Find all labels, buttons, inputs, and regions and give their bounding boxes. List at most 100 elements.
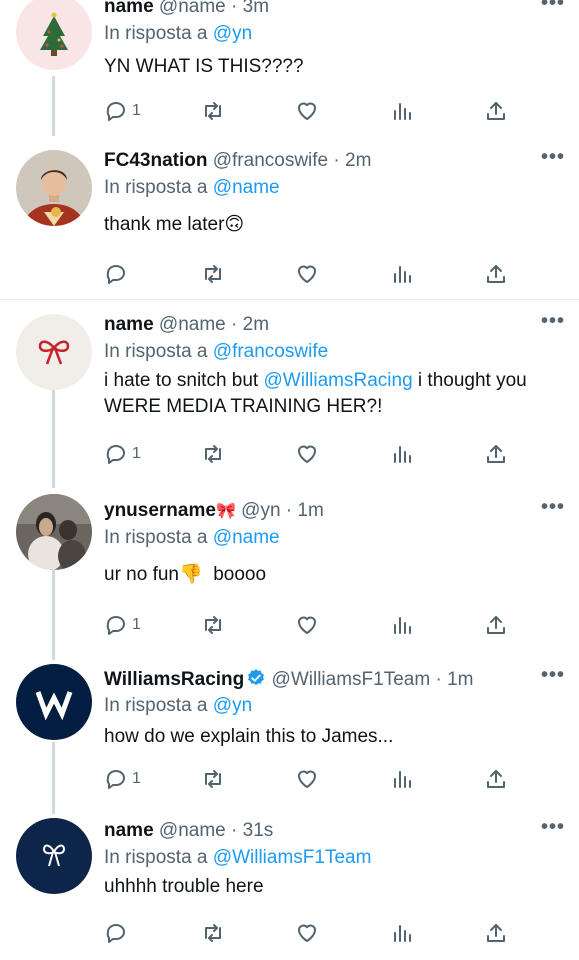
reply-button[interactable]: 1 <box>104 441 141 467</box>
avatar[interactable] <box>16 818 92 894</box>
views-button[interactable] <box>390 98 414 124</box>
views-button[interactable] <box>390 441 414 467</box>
share-icon <box>487 616 505 634</box>
more-options-icon[interactable]: ••• <box>541 146 565 169</box>
analytics-icon <box>394 103 411 120</box>
handle[interactable]: @yn <box>241 500 280 521</box>
display-name[interactable]: name <box>104 820 154 841</box>
display-name[interactable]: name <box>104 314 154 335</box>
timestamp[interactable]: 2m <box>243 314 269 335</box>
handle[interactable]: @name <box>159 820 226 841</box>
action-bar <box>104 261 505 289</box>
like-button[interactable] <box>295 612 319 638</box>
separator-dot: · <box>435 669 442 690</box>
reply-prefix: In risposta a <box>104 177 208 198</box>
divider <box>0 299 579 300</box>
tweet-mention[interactable]: @WilliamsRacing <box>264 370 413 391</box>
tweet-text: how do we explain this to James... <box>104 726 394 747</box>
retweet-button[interactable] <box>201 261 225 287</box>
more-options-icon[interactable]: ••• <box>541 310 565 333</box>
christmas-tree-avatar-icon <box>16 0 92 70</box>
heart-icon <box>298 616 316 634</box>
share-button[interactable] <box>484 766 508 792</box>
handle[interactable]: @name <box>159 314 226 335</box>
analytics-icon <box>394 617 411 634</box>
timestamp[interactable]: 2m <box>345 150 371 171</box>
reply-mention[interactable]: @yn <box>213 23 252 44</box>
avatar[interactable] <box>16 494 92 570</box>
reply-button[interactable]: 1 <box>104 766 141 792</box>
tweet-text: YN WHAT IS THIS???? <box>104 56 304 77</box>
white-bow-avatar-icon <box>16 818 92 894</box>
views-button[interactable] <box>390 612 414 638</box>
display-name[interactable]: FC43nation <box>104 150 207 171</box>
tweet-header: name @name · 2m <box>104 314 565 336</box>
share-button[interactable] <box>484 98 508 124</box>
timestamp[interactable]: 1m <box>297 500 323 521</box>
display-name[interactable]: WilliamsRacing <box>104 669 244 690</box>
views-button[interactable] <box>390 766 414 792</box>
tweet-text-part: i hate to snitch but <box>104 370 264 391</box>
photo-avatar-icon <box>16 494 92 570</box>
like-button[interactable] <box>295 261 319 287</box>
heart-icon <box>298 265 316 283</box>
share-icon <box>487 102 505 120</box>
reply-icon <box>106 445 125 464</box>
handle[interactable]: @name <box>159 0 226 17</box>
views-button[interactable] <box>390 261 414 287</box>
like-button[interactable] <box>295 441 319 467</box>
handle[interactable]: @francoswife <box>213 150 328 171</box>
reply-icon <box>106 102 125 121</box>
reply-mention[interactable]: @WilliamsF1Team <box>213 847 372 868</box>
like-button[interactable] <box>295 766 319 792</box>
action-bar: 1 <box>104 766 505 794</box>
retweet-button[interactable] <box>201 98 225 124</box>
retweet-button[interactable] <box>201 441 225 467</box>
reply-button[interactable]: 1 <box>104 98 141 124</box>
thread-line <box>52 388 55 488</box>
views-button[interactable] <box>390 920 414 946</box>
reply-count: 1 <box>132 445 141 462</box>
reply-mention[interactable]: @name <box>213 527 280 548</box>
more-options-icon[interactable]: ••• <box>541 0 565 15</box>
display-name[interactable]: ynusername <box>104 500 216 521</box>
like-button[interactable] <box>295 98 319 124</box>
more-options-icon[interactable]: ••• <box>541 496 565 519</box>
share-button[interactable] <box>484 441 508 467</box>
avatar[interactable] <box>16 0 92 70</box>
reply-button[interactable] <box>104 261 132 287</box>
timestamp[interactable]: 3m <box>243 0 269 17</box>
avatar[interactable] <box>16 664 92 740</box>
reply-prefix: In risposta a <box>104 341 208 362</box>
reply-button[interactable]: 1 <box>104 612 141 638</box>
reply-to-line: In risposta a @name <box>104 526 565 550</box>
more-options-icon[interactable]: ••• <box>541 664 565 687</box>
red-bow-avatar-icon <box>16 314 92 390</box>
share-button[interactable] <box>484 612 508 638</box>
retweet-button[interactable] <box>201 766 225 792</box>
avatar[interactable] <box>16 314 92 390</box>
handle[interactable]: @WilliamsF1Team <box>272 669 431 690</box>
reply-mention[interactable]: @yn <box>213 695 252 716</box>
share-button[interactable] <box>484 920 508 946</box>
timestamp[interactable]: 1m <box>447 669 473 690</box>
retweet-button[interactable] <box>201 920 225 946</box>
like-button[interactable] <box>295 920 319 946</box>
separator-dot: · <box>231 820 238 841</box>
avatar[interactable] <box>16 150 92 226</box>
reply-count: 1 <box>132 616 141 633</box>
reply-prefix: In risposta a <box>104 23 208 44</box>
retweet-button[interactable] <box>201 612 225 638</box>
reply-mention[interactable]: @name <box>213 177 280 198</box>
thread-line <box>52 76 55 136</box>
williams-logo-avatar-icon <box>16 664 92 740</box>
action-bar: 1 <box>104 441 505 469</box>
display-name[interactable]: name <box>104 0 154 17</box>
tweet-text: uhhhh trouble here <box>104 876 264 897</box>
more-options-icon[interactable]: ••• <box>541 816 565 839</box>
share-button[interactable] <box>484 261 508 287</box>
reply-mention[interactable]: @francoswife <box>213 341 328 362</box>
action-bar <box>104 920 505 948</box>
reply-button[interactable] <box>104 920 132 946</box>
timestamp[interactable]: 31s <box>243 820 274 841</box>
